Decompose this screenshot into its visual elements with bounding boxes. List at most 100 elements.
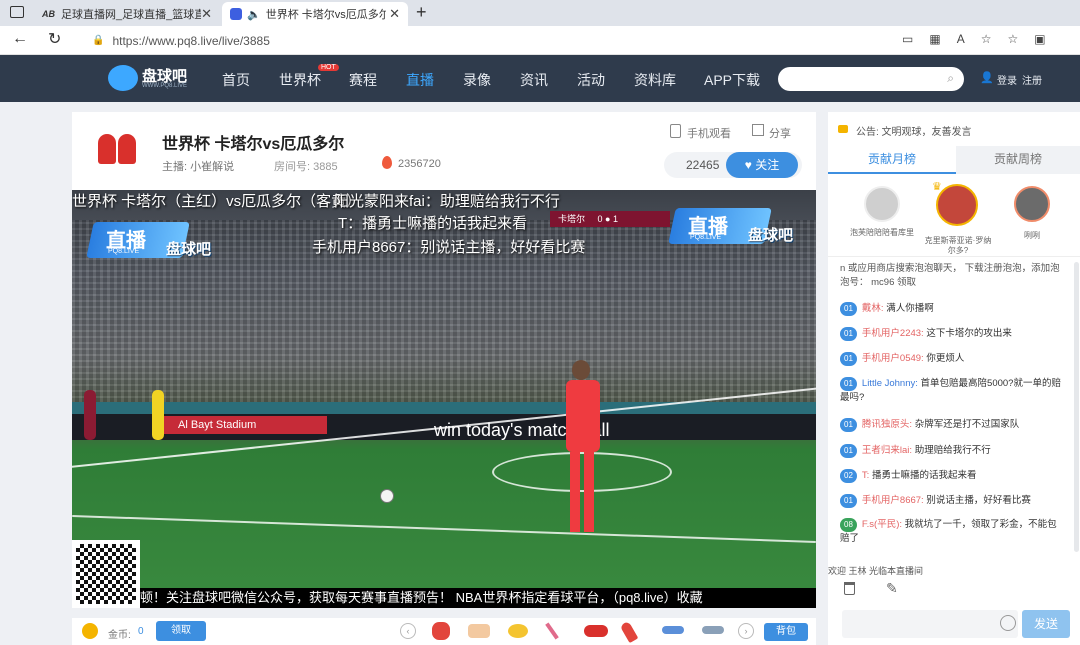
read-mode-icon[interactable]: ▭ xyxy=(902,32,929,46)
nav-live[interactable]: 直播 xyxy=(406,70,434,90)
send-button[interactable]: 发送 xyxy=(1022,610,1070,638)
chat-text: 这下卡塔尔的攻出来 xyxy=(926,328,1012,339)
tab-month[interactable]: 贡献月榜 xyxy=(828,146,956,174)
chat-scrollbar[interactable] xyxy=(1074,262,1079,552)
rank-avatar[interactable] xyxy=(864,186,900,222)
chat-username[interactable]: 王者归来lai: xyxy=(862,445,912,456)
chat-username[interactable]: T: xyxy=(862,470,869,481)
backpack-button[interactable]: 背包 xyxy=(764,623,808,641)
logo-subtext: WWW.PQ8.LIVE xyxy=(142,83,188,89)
nav-worldcup[interactable]: 世界杯 xyxy=(279,70,321,90)
mobile-watch-link[interactable]: 手机观看 xyxy=(687,125,731,141)
gift-item-plane-icon[interactable] xyxy=(662,626,684,634)
chat-message: 01 手机用户0549: 你更烦人 xyxy=(840,352,1066,366)
chat-message: 08 F.s(平民): 我就坑了一千，领取了彩金，不能包赔了 xyxy=(840,518,1066,546)
watermark-brand-text: 盘球吧 xyxy=(166,241,212,258)
trash-icon[interactable] xyxy=(844,582,855,595)
level-badge: 01 xyxy=(840,352,857,366)
follow-button[interactable]: ♥ 关注 xyxy=(726,152,798,178)
host-avatar[interactable] xyxy=(94,120,142,172)
site-favicon-icon xyxy=(230,8,242,20)
tab-actions-icon[interactable] xyxy=(10,6,24,18)
speaker-icon[interactable]: 🔈 xyxy=(247,8,261,21)
gift-item-duck-icon[interactable] xyxy=(508,624,528,638)
back-icon[interactable]: ← xyxy=(12,30,28,48)
gift-item-pen-icon[interactable] xyxy=(545,622,559,640)
system-message: n 或应用商店搜索泡泡聊天， 下载注册泡泡，添加泡泡号： mc96 领取 xyxy=(840,263,1060,288)
ball xyxy=(380,489,394,503)
user-icon: 👤 xyxy=(980,72,994,84)
login-link[interactable]: 登录 xyxy=(997,72,1017,87)
nav-home[interactable]: 首页 xyxy=(222,70,250,90)
chat-message: 01 手机用户2243: 这下卡塔尔的攻出来 xyxy=(840,327,1066,341)
rank-name: 泡芙陪陪陪看库里 xyxy=(850,228,914,237)
gk-leg-right xyxy=(584,452,594,532)
favorite-add-icon[interactable]: ☆ xyxy=(981,32,1008,46)
pitch-line-2 xyxy=(72,515,816,543)
chat-username[interactable]: 腾讯独原头: xyxy=(862,419,912,430)
nav-app-download[interactable]: APP下载 xyxy=(704,70,760,90)
nav-replay[interactable]: 录像 xyxy=(463,70,491,90)
gift-prev-icon[interactable]: ‹ xyxy=(400,623,416,639)
rank-avatar[interactable] xyxy=(936,184,978,226)
new-tab-icon[interactable]: + xyxy=(416,2,427,23)
browser-tab-bar: AB 足球直播网_足球直播_篮球直播... ✕ 🔈 世界杯 卡塔尔vs厄瓜多尔 … xyxy=(0,0,1080,26)
gift-item-car-icon[interactable] xyxy=(584,625,608,637)
qr-pattern xyxy=(76,544,136,604)
emoji-icon[interactable] xyxy=(1000,615,1016,631)
chat-username[interactable]: Little Johnny: xyxy=(862,378,918,389)
level-badge: 01 xyxy=(840,327,857,341)
favorites-icon[interactable]: ☆ xyxy=(1007,32,1034,46)
player-red-1 xyxy=(84,390,96,440)
share-link[interactable]: 分享 xyxy=(769,125,791,141)
avatar-figure-left xyxy=(98,134,116,164)
live-watermark-right: 直播 PQ8.LIVE 盘球吧 xyxy=(668,204,808,256)
chat-username[interactable]: 手机用户8667: xyxy=(862,495,924,506)
close-tab-icon[interactable]: ✕ xyxy=(389,6,400,22)
chat-input[interactable] xyxy=(842,610,1018,638)
url-text: https://www.pq8.live/live/3885 xyxy=(112,33,270,48)
browser-tab-1[interactable]: AB 足球直播网_足球直播_篮球直播... ✕ xyxy=(34,2,220,26)
claim-button[interactable]: 领取 xyxy=(156,621,206,641)
chat-message: 01 王者归来lai: 助理赔给我行不行 xyxy=(840,444,1066,458)
register-link[interactable]: 注册 xyxy=(1022,72,1042,87)
gift-item-rocket-icon[interactable] xyxy=(619,620,639,644)
level-badge: 01 xyxy=(840,377,857,391)
search-icon[interactable]: ⌕ xyxy=(947,71,954,86)
gift-item-jet-icon[interactable] xyxy=(702,626,724,634)
rank-name: 咧咧 xyxy=(1024,231,1040,240)
chat-username[interactable]: 戴林: xyxy=(862,303,884,314)
refresh-icon[interactable]: ↻ xyxy=(48,29,61,49)
chat-text: 别说话主播，好好看比赛 xyxy=(926,495,1031,506)
nav-events[interactable]: 活动 xyxy=(577,70,605,90)
chat-username[interactable]: 手机用户0549: xyxy=(862,353,924,364)
search-input[interactable]: ⌕ xyxy=(778,67,964,91)
collections-icon[interactable]: ▣ xyxy=(1034,32,1061,46)
read-aloud-icon[interactable]: A xyxy=(957,32,981,46)
grid-icon[interactable]: ▦ xyxy=(929,32,956,46)
close-tab-icon[interactable]: ✕ xyxy=(201,6,212,22)
video-player[interactable]: Al Bayt Stadium win today's match ball 直… xyxy=(72,190,816,608)
browser-tab-2[interactable]: 🔈 世界杯 卡塔尔vs厄瓜多尔 - ✕ xyxy=(222,2,408,26)
nav-database[interactable]: 资料库 xyxy=(634,70,676,90)
room-number: 房间号: 3885 xyxy=(274,161,338,173)
pin-icon[interactable]: ✎ xyxy=(886,580,898,597)
tab-week[interactable]: 贡献周榜 xyxy=(956,146,1080,174)
qr-code xyxy=(72,540,140,608)
ad-board-strip xyxy=(72,402,816,414)
nav-news[interactable]: 资讯 xyxy=(520,70,548,90)
gift-item-crab-icon[interactable] xyxy=(432,622,450,640)
url-field[interactable]: 🔒 https://www.pq8.live/live/3885 xyxy=(82,29,882,52)
rank-avatar[interactable] xyxy=(1014,186,1050,222)
gift-item-cake-icon[interactable] xyxy=(468,624,490,638)
coin-icon xyxy=(82,623,98,639)
chat-username[interactable]: F.s(平民): xyxy=(862,519,902,530)
gift-next-icon[interactable]: › xyxy=(738,623,754,639)
live-watermark-left: 直播 PQ8.LIVE 盘球吧 xyxy=(86,218,226,270)
nav-schedule[interactable]: 赛程 xyxy=(349,70,377,90)
notice-icon xyxy=(838,125,848,133)
site-logo[interactable]: 盘球吧 WWW.PQ8.LIVE xyxy=(108,63,198,93)
room-title: 世界杯 卡塔尔vs厄瓜多尔 xyxy=(162,136,345,153)
chat-username[interactable]: 手机用户2243: xyxy=(862,328,924,339)
host-label: 主播: 小崔解说 xyxy=(162,161,235,173)
